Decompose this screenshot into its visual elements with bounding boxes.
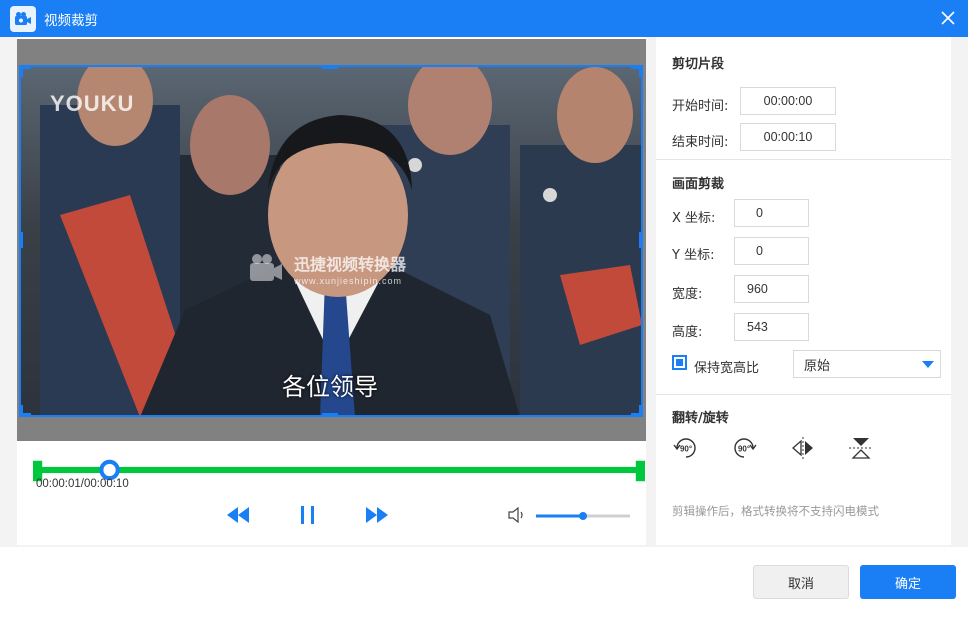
divider <box>656 159 951 160</box>
watermark-url: www.xunjieshipin.com <box>294 276 403 286</box>
video-camera-icon <box>10 5 36 32</box>
crop-section-title: 画面剪裁 <box>672 177 725 192</box>
flip-vertical-button[interactable] <box>847 434 875 462</box>
watermark-text: 迅捷视频转换器 www.xunjieshipin.com <box>294 251 406 286</box>
end-time-input[interactable]: 00:00:10 <box>740 123 836 151</box>
rotate-right-button[interactable]: 90° <box>730 434 758 462</box>
y-coordinate-input[interactable]: 0 <box>734 237 809 265</box>
flip-horizontal-icon <box>792 437 813 459</box>
dropdown-arrow-icon <box>922 361 934 368</box>
watermark-name: 迅捷视频转换器 <box>294 255 407 274</box>
crop-handle-top-left-v[interactable] <box>19 65 23 77</box>
volume-knob <box>579 512 587 520</box>
flip-horizontal-button[interactable] <box>789 434 817 462</box>
rotate-right-icon: 90° <box>734 438 757 458</box>
youku-watermark: YOUKU <box>50 91 135 116</box>
cancel-button[interactable]: 取消 <box>753 565 849 599</box>
rewind-icon <box>227 507 249 523</box>
flip-vertical-icon <box>849 438 873 459</box>
hint-text: 剪辑操作后，格式转换将不支持闪电模式 <box>672 504 879 518</box>
y-coordinate-label: Y 坐标: <box>672 248 715 263</box>
crop-handle-bottom[interactable] <box>322 413 338 417</box>
width-input[interactable]: 960 <box>734 275 809 303</box>
confirm-button[interactable]: 确定 <box>860 565 956 599</box>
crop-handle-right[interactable] <box>639 232 643 248</box>
rotate-left-icon: 90° <box>673 438 696 458</box>
ratio-select[interactable]: 原始 <box>793 350 941 378</box>
crop-handle-top-right-v[interactable] <box>639 65 643 77</box>
camera-logo-icon <box>250 254 282 281</box>
close-icon <box>941 11 955 25</box>
timeline-track <box>37 466 641 474</box>
volume-slider[interactable] <box>536 510 632 522</box>
checkbox-mark <box>676 359 683 366</box>
rotate-left-text: 90° <box>680 445 692 454</box>
crop-handle-left[interactable] <box>19 232 23 248</box>
crop-handle-top[interactable] <box>322 65 338 69</box>
pause-icon <box>301 506 314 524</box>
x-coordinate-label: X 坐标: <box>672 211 716 226</box>
height-input[interactable]: 543 <box>734 313 809 341</box>
video-preview: YOUKU 迅捷视频转换器 www.xunjieshipin.com 各位领导 <box>17 39 646 441</box>
video-subtitle: 各位领导 <box>282 373 378 401</box>
ratio-selected-value: 原始 <box>804 358 831 374</box>
start-time-label: 开始时间: <box>672 99 729 114</box>
volume-fill <box>536 514 583 518</box>
playhead <box>99 459 120 481</box>
rotate-right-text: 90° <box>738 445 750 454</box>
rewind-button[interactable] <box>226 504 250 526</box>
fast-forward-button[interactable] <box>365 504 389 526</box>
divider <box>656 394 951 395</box>
video-frame: YOUKU 迅捷视频转换器 www.xunjieshipin.com 各位领导 <box>20 65 642 417</box>
settings-panel: 剪切片段 开始时间: 00:00:00 结束时间: 00:00:10 画面剪裁 … <box>656 37 951 545</box>
keep-ratio-label: 保持宽高比 <box>694 361 760 376</box>
height-label: 高度: <box>672 325 703 340</box>
clip-section-title: 剪切片段 <box>672 57 725 72</box>
crop-handle-bottom-left-v[interactable] <box>19 405 23 417</box>
keep-ratio-checkbox[interactable] <box>672 355 687 370</box>
width-label: 宽度: <box>672 287 703 302</box>
pause-button[interactable] <box>298 504 318 526</box>
start-time-input[interactable]: 00:00:00 <box>740 87 836 115</box>
fast-forward-icon <box>366 507 388 523</box>
rotate-left-button[interactable]: 90° <box>672 434 700 462</box>
end-time-label: 结束时间: <box>672 135 729 150</box>
video-scene <box>40 65 642 417</box>
volume-button[interactable] <box>506 506 528 524</box>
time-display: 00:00:01/00:00:10 <box>36 478 129 490</box>
window-title: 视频裁剪 <box>44 12 98 29</box>
speaker-icon <box>508 507 523 523</box>
timeline-end-handle <box>635 460 645 482</box>
close-button[interactable] <box>936 6 960 30</box>
title-bar: 视频裁剪 <box>0 0 968 37</box>
x-coordinate-input[interactable]: 0 <box>734 199 809 227</box>
crop-handle-bottom-right-v[interactable] <box>639 405 643 417</box>
rotate-section-title: 翻转/旋转 <box>672 411 729 426</box>
